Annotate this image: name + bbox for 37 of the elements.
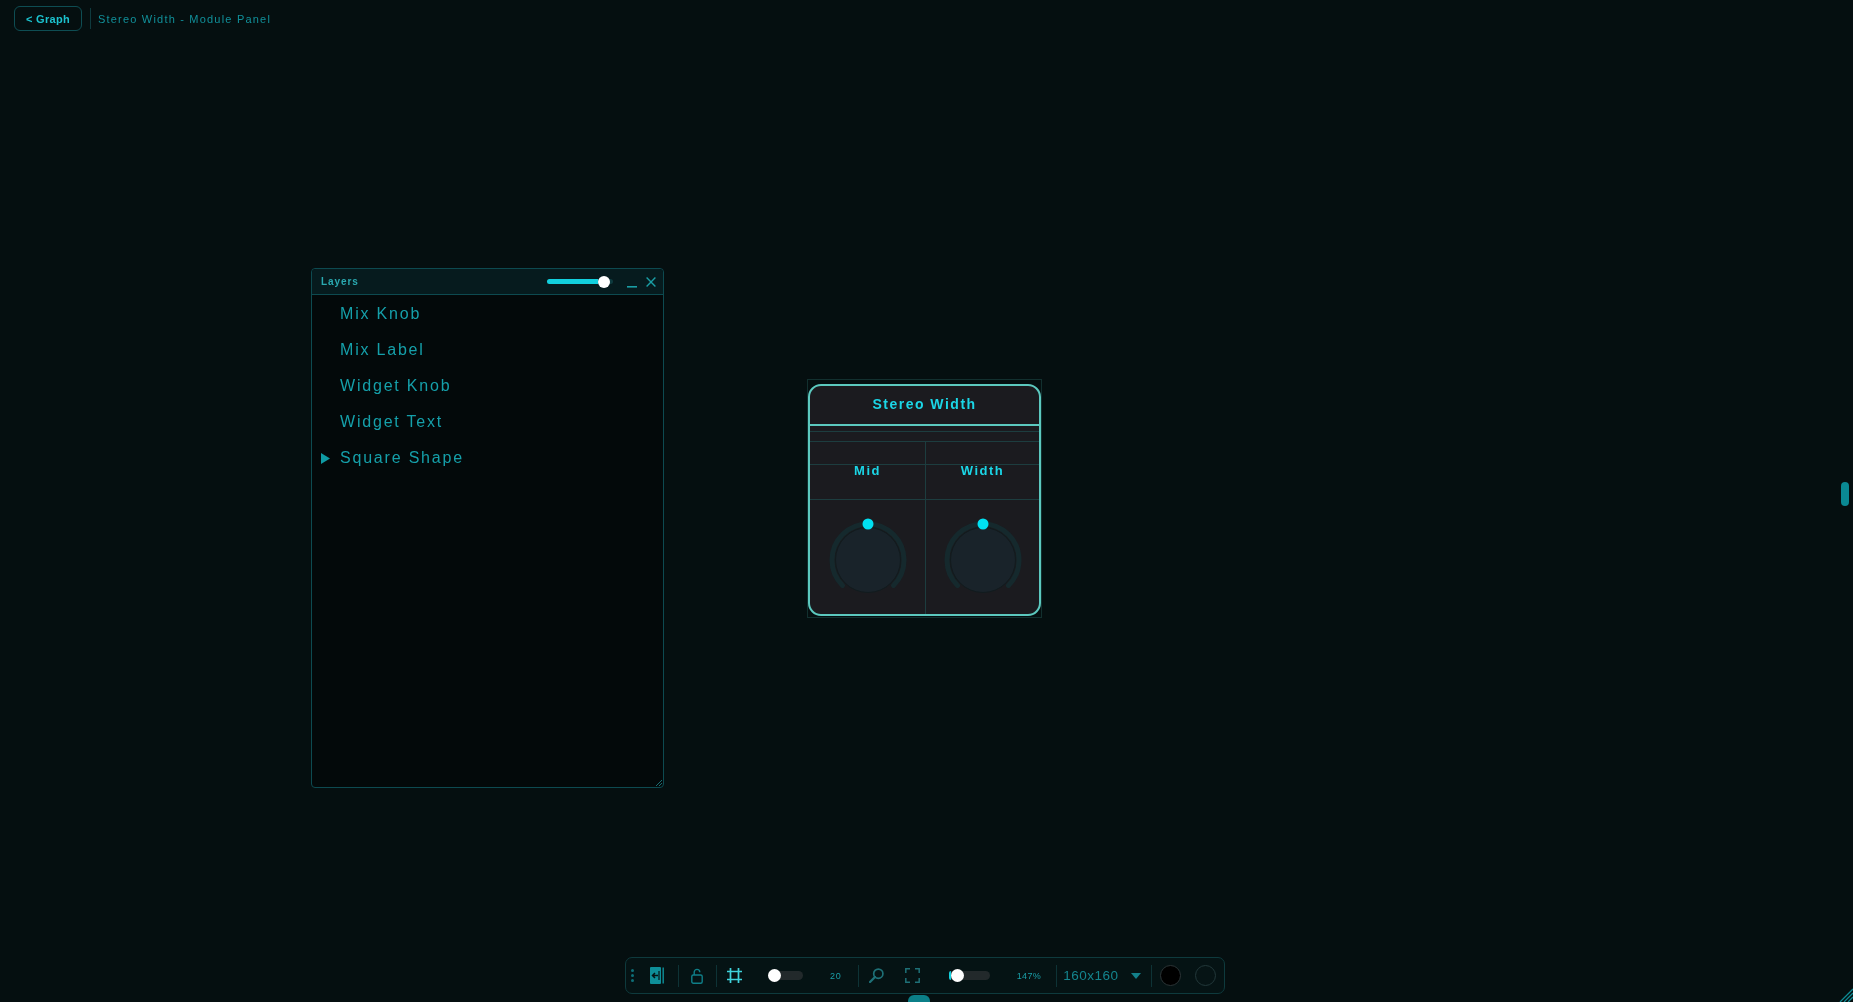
- grid-size-value: 20: [830, 970, 842, 981]
- scrollbar-thumb[interactable]: [1841, 482, 1849, 506]
- open-padlock-icon[interactable]: [691, 967, 703, 984]
- layer-item[interactable]: Widget Text: [340, 413, 444, 431]
- layer-item[interactable]: Mix Knob: [340, 305, 422, 323]
- slider-track[interactable]: [948, 971, 990, 980]
- slider-thumb[interactable]: [951, 969, 965, 982]
- knob-indicator[interactable]: [977, 518, 988, 530]
- knob-label: Width: [960, 463, 1005, 478]
- page-title: Stereo Width - Module Panel: [98, 12, 272, 25]
- layer-item[interactable]: Mix Label: [340, 341, 425, 359]
- drag-dots-icon[interactable]: [631, 969, 634, 982]
- back-button[interactable]: < Graph: [14, 6, 82, 31]
- search-icon[interactable]: [868, 968, 884, 983]
- close-icon[interactable]: [646, 276, 656, 287]
- layer-item[interactable]: Widget Knob: [340, 377, 452, 395]
- slider-fill: [948, 971, 952, 980]
- slider-track[interactable]: [768, 971, 803, 980]
- expand-arrow-icon[interactable]: [321, 452, 330, 464]
- layer-item[interactable]: Square Shape: [321, 449, 464, 467]
- resize-grip-icon[interactable]: [1838, 988, 1853, 1002]
- module-title: Stereo Width: [872, 396, 977, 412]
- color-swatch[interactable]: [1194, 965, 1216, 986]
- fullscreen-icon[interactable]: [904, 968, 920, 983]
- color-swatch[interactable]: [1159, 965, 1181, 986]
- knob-label: Mid: [854, 463, 881, 478]
- grid-icon[interactable]: [727, 968, 742, 983]
- zoom-value: 147%: [1016, 970, 1042, 981]
- resize-grip-icon[interactable]: [655, 779, 662, 786]
- slider-thumb[interactable]: [598, 275, 611, 288]
- panel-title: Layers: [321, 276, 360, 287]
- knob-indicator[interactable]: [862, 518, 873, 530]
- minimize-icon[interactable]: [627, 285, 637, 288]
- canvas-size-value[interactable]: 160x160: [1063, 968, 1119, 983]
- slider-fill: [547, 279, 599, 284]
- slider-thumb[interactable]: [768, 969, 781, 982]
- caret-down-icon[interactable]: [1130, 972, 1141, 979]
